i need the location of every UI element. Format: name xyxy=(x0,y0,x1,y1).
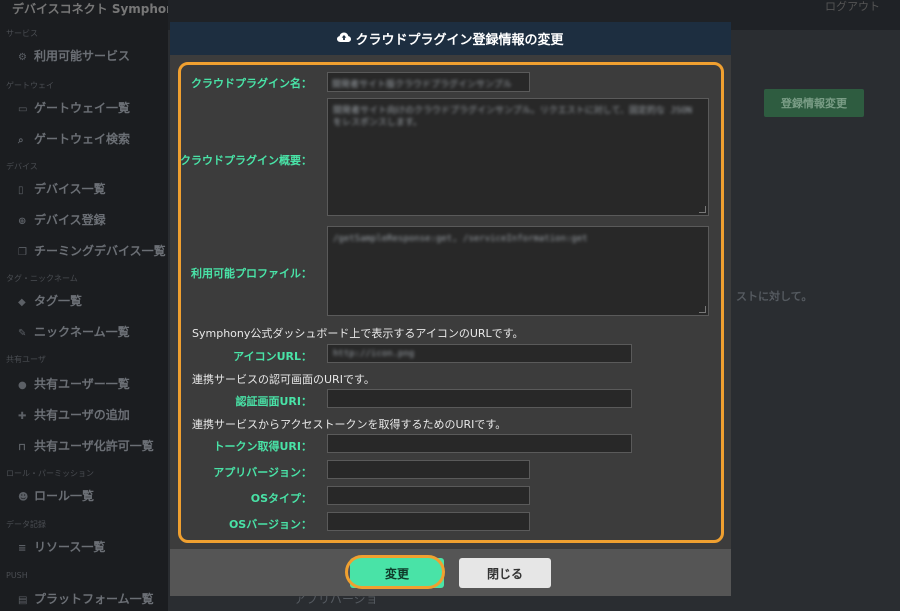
platform-icon: ▤ xyxy=(18,595,28,606)
services-icon: ⚙ xyxy=(18,52,27,63)
users-icon: ☻ xyxy=(18,492,29,503)
edit-info-button[interactable]: 登録情報変更 xyxy=(764,89,864,117)
sidebar-section-tag: タグ・ニックネーム xyxy=(6,274,78,283)
sidebar-item-platform-list[interactable]: ▤ プラットフォーム一覧 xyxy=(18,590,154,607)
user-plus-icon: ✚ xyxy=(18,411,27,422)
pencil-icon: ✎ xyxy=(18,328,27,339)
sidebar-section-services: サービス xyxy=(6,29,38,38)
plus-circle-icon: ⊕ xyxy=(18,216,27,227)
gateway-icon: ▭ xyxy=(18,104,28,115)
sidebar-item-available-services[interactable]: ⚙ 利用可能サービス xyxy=(18,47,130,64)
sidebar-item-shared-user-list[interactable]: ● 共有ユーザー一覧 xyxy=(18,375,130,392)
form-highlight-box xyxy=(178,62,724,543)
sidebar-item-shared-user-add[interactable]: ✚ 共有ユーザの追加 xyxy=(18,406,130,423)
sidebar-item-teaming-device-list[interactable]: ❐ チーミングデバイス一覧 xyxy=(18,242,166,259)
background-text: ストに対して。 xyxy=(736,290,813,303)
tag-icon: ◆ xyxy=(18,297,26,308)
database-icon: ≡ xyxy=(18,543,27,554)
sidebar-item-tag-list[interactable]: ◆ タグ一覧 xyxy=(18,292,82,309)
sidebar-item-nickname-list[interactable]: ✎ ニックネーム一覧 xyxy=(18,323,130,340)
sidebar-item-resource-list[interactable]: ≡ リソース一覧 xyxy=(18,538,105,555)
sidebar-item-gateway-list[interactable]: ▭ ゲートウェイ一覧 xyxy=(18,99,130,116)
sidebar-item-shared-user-permit[interactable]: ⊓ 共有ユーザ化許可一覧 xyxy=(18,437,154,454)
sidebar-item-device-register[interactable]: ⊕ デバイス登録 xyxy=(18,211,106,228)
sidebar-section-shared-user: 共有ユーザ xyxy=(6,355,46,364)
sidebar-item-device-list[interactable]: ▯ デバイス一覧 xyxy=(18,180,106,197)
sidebar-item-gateway-search[interactable]: ⌕ ゲートウェイ検索 xyxy=(18,130,130,147)
logout-link[interactable]: ログアウト xyxy=(825,0,880,14)
sidebar-section-data: データ記録 xyxy=(6,520,46,529)
sidebar-section-device: デバイス xyxy=(6,162,38,171)
unlock-icon: ⊓ xyxy=(18,442,26,453)
modal-title: クラウドプラグイン登録情報の変更 xyxy=(355,33,564,48)
submit-highlight-ring xyxy=(345,555,445,589)
modal-footer xyxy=(170,549,731,596)
brand-logo: デバイスコネクト Symphony xyxy=(12,2,183,16)
sidebar: デバイスコネクト Symphony サービス ⚙ 利用可能サービス ゲートウェイ … xyxy=(0,0,183,611)
sidebar-item-role-list[interactable]: ☻ ロール一覧 xyxy=(18,487,94,504)
clone-icon: ❐ xyxy=(18,247,27,258)
sidebar-section-gateway: ゲートウェイ xyxy=(6,81,54,90)
user-icon: ● xyxy=(18,380,27,391)
close-button[interactable]: 閉じる xyxy=(459,558,551,588)
sidebar-section-push: PUSH xyxy=(6,571,28,580)
mobile-icon: ▯ xyxy=(18,185,24,196)
search-icon: ⌕ xyxy=(18,135,24,146)
cloud-upload-icon xyxy=(337,32,352,46)
modal-header: クラウドプラグイン登録情報の変更 xyxy=(170,22,731,55)
sidebar-section-role: ロール・パーミッション xyxy=(6,469,94,478)
